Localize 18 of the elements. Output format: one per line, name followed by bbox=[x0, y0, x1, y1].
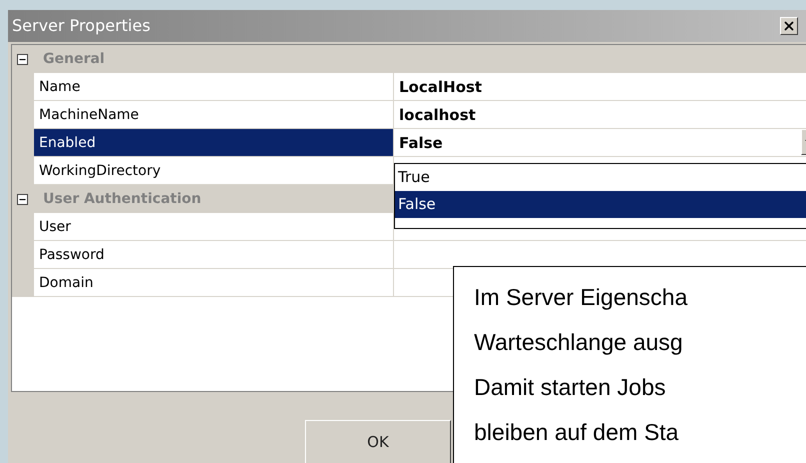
callout-text: bleiben auf dem Sta bbox=[474, 418, 680, 447]
close-button[interactable] bbox=[780, 17, 798, 35]
property-name[interactable]: Enabled bbox=[34, 129, 394, 156]
expander-icon[interactable] bbox=[17, 54, 28, 64]
dropdown-option[interactable]: True bbox=[395, 164, 806, 191]
property-value[interactable]: localhost bbox=[394, 101, 476, 128]
expander-icon[interactable] bbox=[17, 194, 28, 204]
callout-text: Warteschlange ausg bbox=[474, 328, 684, 357]
dropdown-option[interactable]: False bbox=[395, 191, 806, 218]
close-icon bbox=[782, 19, 796, 33]
property-value[interactable]: LocalHost bbox=[394, 73, 482, 100]
window-title: Server Properties bbox=[12, 15, 150, 37]
category-header: User Authentication bbox=[43, 190, 202, 208]
category-header: General bbox=[43, 50, 105, 68]
property-value[interactable]: False bbox=[394, 129, 443, 156]
callout-text: Damit starten Jobs bbox=[474, 373, 667, 402]
callout-text: Im Server Eigenscha bbox=[474, 283, 688, 312]
ok-button[interactable]: OK bbox=[305, 420, 451, 463]
